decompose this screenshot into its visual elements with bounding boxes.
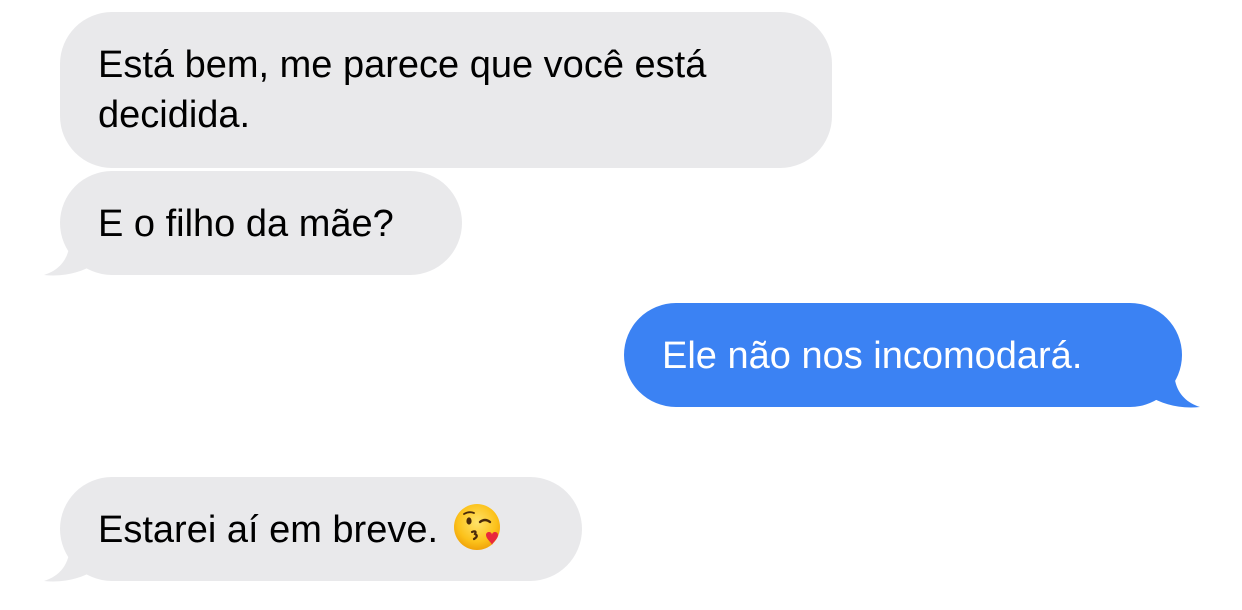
message-text: Estarei aí em breve. bbox=[98, 509, 439, 551]
bubble-tail bbox=[44, 544, 95, 582]
message-text: E o filho da mãe? bbox=[98, 203, 394, 245]
bubble-tail bbox=[1149, 370, 1200, 408]
message-thread: Está bem, me parece que você está decidi… bbox=[0, 0, 1242, 610]
message-text: Ele não nos incomodará. bbox=[662, 335, 1083, 377]
kissing-face-with-heart-emoji bbox=[454, 503, 501, 550]
message-bubble-received[interactable]: Estarei aí em breve. bbox=[60, 477, 582, 581]
message-bubble-received[interactable]: E o filho da mãe? bbox=[60, 171, 462, 275]
bubble-tail bbox=[44, 238, 95, 276]
message-text: Está bem, me parece que você está decidi… bbox=[98, 44, 707, 136]
message-bubble-sent[interactable]: Ele não nos incomodará. bbox=[624, 303, 1182, 407]
message-bubble-received[interactable]: Está bem, me parece que você está decidi… bbox=[60, 12, 832, 168]
